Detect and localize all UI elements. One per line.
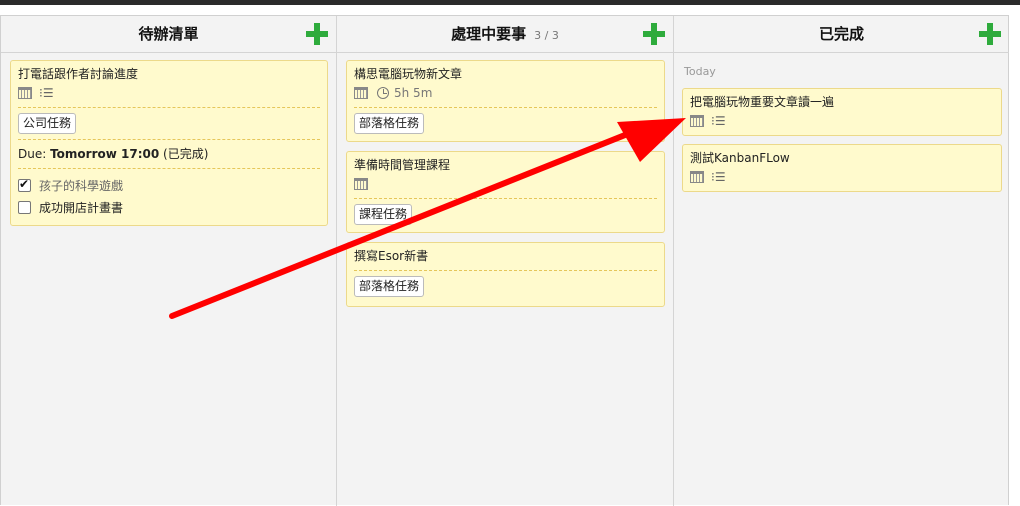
task-card[interactable]: 打電話跟作者討論進度 ⁝☰ 公司任務 Due: Tomorrow 17:00 (… (10, 60, 328, 226)
checklist-item-label: 成功開店計畫書 (39, 200, 124, 215)
column-in-progress: 處理中要事 3 / 3 構思電腦玩物新文章 5h 5m 部落格任務 準備時間管理課… (337, 16, 674, 506)
column-header: 處理中要事 3 / 3 (337, 16, 673, 53)
checkbox[interactable] (18, 200, 31, 214)
card-meta: ⁝☰ (690, 168, 994, 186)
clock-icon (377, 87, 389, 99)
divider (18, 107, 320, 108)
checklist-icon[interactable]: ⁝☰ (39, 86, 54, 100)
plus-icon[interactable] (306, 23, 328, 45)
calendar-icon[interactable] (354, 178, 368, 190)
plus-icon[interactable] (979, 23, 1001, 45)
task-card[interactable]: 準備時間管理課程 課程任務 (346, 151, 665, 233)
checklist-icon[interactable]: ⁝☰ (711, 114, 726, 128)
column-header: 待辦清單 (1, 16, 336, 53)
kanban-board: 待辦清單 打電話跟作者討論進度 ⁝☰ 公司任務 Due: Tomorrow 17… (0, 15, 1009, 506)
time-spent: 5h 5m (394, 86, 433, 100)
card-title: 準備時間管理課程 (354, 158, 451, 172)
card-meta: ⁝☰ (690, 112, 994, 130)
card-title: 構思電腦玩物新文章 (354, 67, 463, 81)
card-meta: ⁝☰ (18, 84, 320, 102)
divider (18, 139, 320, 140)
task-card[interactable]: 把電腦玩物重要文章讀一遍 ⁝☰ (682, 88, 1002, 136)
column-todo: 待辦清單 打電話跟作者討論進度 ⁝☰ 公司任務 Due: Tomorrow 17… (1, 16, 337, 506)
column-header: 已完成 (674, 16, 1009, 53)
column-title: 待辦清單 (138, 25, 199, 43)
checklist-icon[interactable]: ⁝☰ (711, 170, 726, 184)
checklist-item-label: 孩子的科學遊戲 (39, 178, 124, 193)
checklist-item: 孩子的科學遊戲 (18, 174, 320, 196)
tag-badge[interactable]: 課程任務 (354, 204, 413, 225)
card-meta: 5h 5m (354, 84, 657, 102)
task-card[interactable]: 撰寫Esor新書 部落格任務 (346, 242, 665, 307)
column-title: 處理中要事 (451, 25, 527, 43)
card-title: 把電腦玩物重要文章讀一遍 (690, 95, 835, 109)
calendar-icon[interactable] (354, 87, 368, 99)
card-title: 測試KanbanFLow (690, 151, 790, 165)
card-meta (354, 175, 657, 193)
due-status: (已完成) (159, 147, 209, 161)
column-done: 已完成 Today 把電腦玩物重要文章讀一遍 ⁝☰ 測試KanbanFLow ⁝… (674, 16, 1009, 506)
section-label: Today (684, 65, 716, 78)
column-title: 已完成 (818, 25, 864, 43)
calendar-icon[interactable] (690, 171, 704, 183)
task-card[interactable]: 構思電腦玩物新文章 5h 5m 部落格任務 (346, 60, 665, 142)
divider (354, 270, 657, 271)
due-time: Tomorrow 17:00 (50, 147, 160, 161)
divider (18, 168, 320, 169)
card-title: 撰寫Esor新書 (354, 249, 429, 263)
due-date: Due: Tomorrow 17:00 (已完成) (18, 145, 320, 163)
divider (354, 198, 657, 199)
calendar-icon[interactable] (690, 115, 704, 127)
calendar-icon[interactable] (18, 87, 32, 99)
task-card[interactable]: 測試KanbanFLow ⁝☰ (682, 144, 1002, 192)
checkbox-checked[interactable] (18, 177, 31, 192)
column-count: 3 / 3 (534, 29, 559, 42)
card-title: 打電話跟作者討論進度 (18, 67, 139, 81)
tag-badge[interactable]: 部落格任務 (354, 276, 425, 297)
checklist-item: 成功開店計畫書 (18, 196, 320, 218)
divider (354, 107, 657, 108)
tag-badge[interactable]: 部落格任務 (354, 113, 425, 134)
tag-badge[interactable]: 公司任務 (18, 113, 77, 134)
top-bar (0, 0, 1020, 5)
plus-icon[interactable] (643, 23, 665, 45)
due-prefix: Due: (18, 147, 51, 161)
